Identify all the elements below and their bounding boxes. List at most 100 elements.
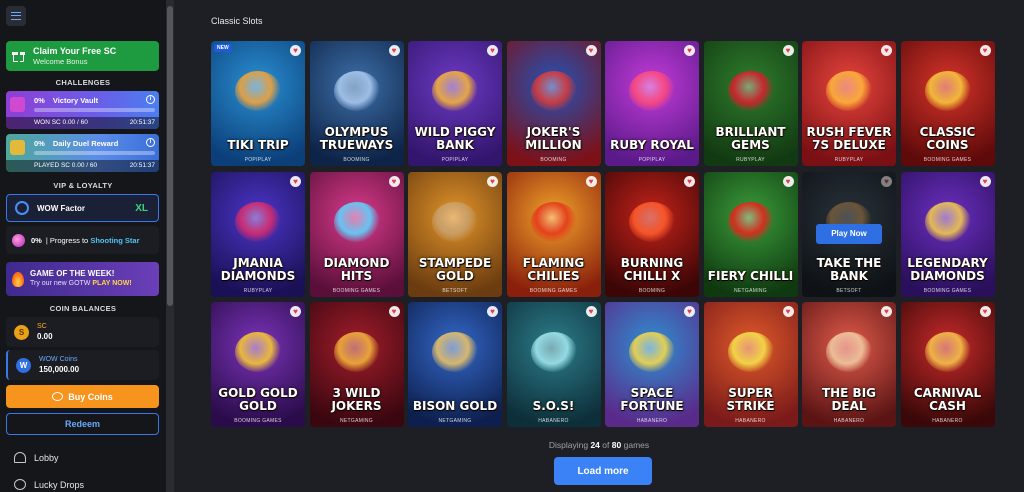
game-tile[interactable]: ♥ Joker's Million BOOMING [506,41,601,166]
info-icon[interactable]: i [146,95,155,104]
game-tile[interactable]: ♥ Gold Gold Gold BOOMING GAMES [211,302,305,427]
favorite-heart-icon[interactable]: ♥ [782,306,794,317]
favorite-heart-icon[interactable]: ♥ [782,45,794,56]
sc-balance[interactable]: S SC 0.00 [6,317,159,347]
wow-factor-card[interactable]: WOW Factor XL [6,194,159,222]
game-provider: BETSOFT [442,287,468,294]
play-now-button[interactable]: Play Now [816,223,882,244]
game-tile[interactable]: NEW ♥ Tiki Trip POPIPLAY [211,41,305,166]
game-tile[interactable]: ♥ Fiery Chilli NETGAMING [703,171,798,297]
game-tile[interactable]: ♥ Carnival Cash HABANERO [900,302,995,427]
game-emblem [530,201,577,242]
favorite-heart-icon[interactable]: ♥ [388,45,400,56]
game-tile[interactable]: ♥ Olympus Trueways BOOMING [309,41,404,166]
game-provider: RUBYPLAY [736,157,765,163]
game-title: Take the Bank [816,255,882,283]
game-tile[interactable]: ♥ Bison Gold NETGAMING [408,302,502,427]
game-tile[interactable]: ♥ Flaming Chilies BOOMING GAMES [506,171,601,297]
favorite-heart-icon[interactable]: ♥ [782,175,794,187]
game-tile[interactable]: ♥ Ruby Royal POPIPLAY [605,41,699,166]
game-title: Stampede Gold [418,255,492,283]
challenge-percent: 0% [34,139,45,148]
favorite-heart-icon[interactable]: ♥ [585,306,597,317]
game-provider: HABANERO [538,418,569,424]
scrollbar-thumb[interactable] [167,6,173,306]
game-tile[interactable]: ♥ Brilliant Gems RUBYPLAY [703,41,798,166]
game-provider: HABANERO [735,418,766,424]
favorite-heart-icon[interactable]: ♥ [684,306,695,317]
favorite-heart-icon[interactable]: ♥ [585,175,597,187]
game-emblem [924,201,971,242]
favorite-heart-icon[interactable]: ♥ [979,45,991,56]
game-grid: NEW ♥ Tiki Trip POPIPLAY ♥ Olympus Trueways BO… [211,41,995,427]
favorite-heart-icon[interactable]: ♥ [388,306,400,317]
game-tile[interactable]: ♥ Classic Coins BOOMING GAMES [900,41,995,166]
section-title: Classic Slots [211,16,263,26]
gift-icon [12,50,25,62]
claim-title: Claim Your Free SC [33,45,117,56]
challenge-name: Victory Vault [52,96,99,105]
game-tile[interactable]: ♥ Diamond Hits BOOMING GAMES [309,171,404,297]
game-tile[interactable]: ♥ S.O.S! HABANERO [506,302,601,427]
favorite-heart-icon[interactable]: ♥ [881,306,892,317]
challenge-timer: 20:51:37 [129,162,155,169]
game-tile[interactable]: ♥ Stampede Gold BETSOFT [408,171,502,297]
favorite-heart-icon[interactable]: ♥ [979,175,991,187]
game-title: Wild Piggy Bank [414,125,496,152]
loyalty-progress: 0% | Progress to Shooting Star [6,226,159,254]
game-tile[interactable]: ♥ Rush Fever 7s Deluxe RUBYPLAY [802,41,896,166]
game-provider: HABANERO [636,418,668,424]
menu-button[interactable] [6,6,26,26]
favorite-heart-icon[interactable]: ♥ [684,45,695,56]
nav-item-lucky-drops[interactable]: Lucky Drops [14,479,84,490]
game-tile[interactable]: ♥ Space Fortune HABANERO [605,302,699,427]
favorite-heart-icon[interactable]: ♥ [290,45,301,56]
game-tile[interactable]: ♥ Jmania Diamonds RUBYPLAY [211,171,305,297]
favorite-heart-icon[interactable]: ♥ [487,175,498,187]
wow-factor-level: XL [135,202,148,214]
game-tile[interactable]: ♥ Super Strike HABANERO [703,302,798,427]
favorite-heart-icon[interactable]: ♥ [290,175,301,187]
game-provider: NETGAMING [340,418,373,424]
claim-free-sc-card[interactable]: Claim Your Free SC Welcome Bonus [6,41,159,71]
game-tile[interactable]: ♥ Burning Chilli X BOOMING [605,171,699,297]
challenge-card-daily-duel[interactable]: 0% Daily Duel Reward i PLAYED SC 0.00 / 6… [6,134,159,172]
game-emblem [826,332,872,372]
home-icon [14,452,26,463]
game-tile[interactable]: ♥ Legendary Diamonds BOOMING GAMES [900,171,995,297]
game-emblem [530,332,577,372]
game-tile[interactable]: ♥ The Big Deal HABANERO [802,302,896,427]
coin-name: WOW Coins [39,356,78,363]
favorite-heart-icon[interactable]: ♥ [487,45,498,56]
favorite-heart-icon[interactable]: ♥ [684,175,695,187]
challenge-progress-bar [34,151,155,155]
game-title: S.O.S! [532,399,575,413]
coin-value: 150,000.00 [39,365,80,374]
game-title: Rush Fever 7s Deluxe [806,125,892,152]
favorite-heart-icon[interactable]: ♥ [388,175,400,187]
loyalty-progress-text: | Progress to [45,235,89,245]
game-of-the-week-banner[interactable]: GAME OF THE WEEK! Try our new GOTW PLAY … [6,262,159,296]
wow-coins-balance[interactable]: W WOW Coins 150,000.00 [6,350,159,380]
game-emblem [432,201,478,242]
favorite-heart-icon[interactable]: ♥ [881,45,892,56]
game-emblem [235,201,281,242]
load-more-button[interactable]: Load more [554,457,652,485]
info-icon[interactable]: i [146,138,155,147]
sidebar-scrollbar[interactable] [166,0,174,492]
redeem-button[interactable]: Redeem [6,413,159,435]
challenge-card-victory-vault[interactable]: 0% Victory Vault i WON SC 0.00 / 60 20:51… [6,91,159,129]
gotw-cta[interactable]: PLAY NOW! [92,280,131,287]
game-emblem [333,332,380,372]
favorite-heart-icon[interactable]: ♥ [290,306,301,317]
favorite-heart-icon[interactable]: ♥ [585,45,597,56]
favorite-heart-icon[interactable]: ♥ [979,306,991,317]
nav-item-lobby[interactable]: Lobby [14,452,59,463]
main-content: Classic Slots NEW ♥ Tiki Trip POPIPLAY ♥ Olym… [174,0,1024,492]
loyalty-target: Shooting Star [90,235,140,245]
favorite-heart-icon[interactable]: ♥ [487,306,498,317]
buy-coins-button[interactable]: Buy Coins [6,385,159,408]
game-tile[interactable]: ♥ 3 Wild Jokers NETGAMING [309,302,404,427]
game-tile[interactable]: ♥ Take the Bank BETSOFT Play Now [802,171,896,297]
game-tile[interactable]: ♥ Wild Piggy Bank POPIPLAY [408,41,502,166]
